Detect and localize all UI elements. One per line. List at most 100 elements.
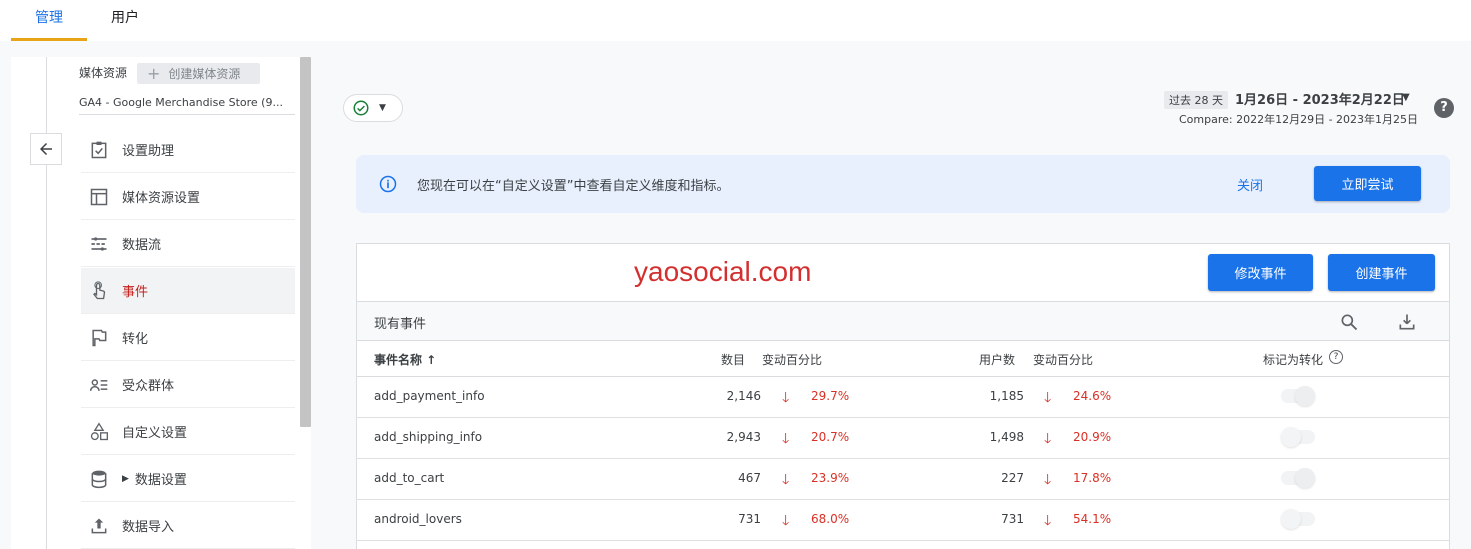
check-circle-icon <box>353 100 369 116</box>
date-range[interactable]: 1月26日 - 2023年2月22日 <box>1235 89 1405 108</box>
sidebar-item-setup-assistant[interactable]: 设置助理 <box>81 127 295 173</box>
conversion-toggle[interactable] <box>1281 427 1315 447</box>
event-name[interactable]: add_shipping_info <box>374 430 482 444</box>
event-name[interactable]: android_lovers <box>374 512 462 526</box>
caret-right-icon[interactable]: ▶ <box>122 474 129 484</box>
info-banner: 您现在可以在“自定义设置”中查看自定义维度和指标。 关闭 立即尝试 <box>356 155 1450 213</box>
sidebar-item-data-import[interactable]: 数据导入 <box>81 503 295 549</box>
upload-icon <box>89 516 109 536</box>
create-resource-label: 创建媒体资源 <box>168 67 241 81</box>
sidebar-item-label: 数据设置 <box>134 473 187 488</box>
arrow-left-icon <box>40 143 52 155</box>
users-change: 20.9% <box>1073 430 1112 444</box>
help-icon[interactable]: ? <box>1434 98 1454 118</box>
conversion-toggle[interactable] <box>1281 468 1315 488</box>
table-header: 事件名称 ↑ 数目 变动百分比 用户数 变动百分比 标记为转化 ? <box>357 341 1449 377</box>
checklist-icon <box>89 140 109 160</box>
toggle-knob <box>1281 427 1301 447</box>
table-title: 现有事件 <box>374 317 427 332</box>
col-users-change[interactable]: 变动百分比 <box>1033 351 1093 368</box>
sidebar-scrollbar[interactable] <box>300 57 311 427</box>
audience-icon <box>89 375 109 395</box>
arrow-down-icon: 🡓 <box>782 513 790 529</box>
count-change: 29.7% <box>811 389 850 403</box>
sidebar-item-data-streams[interactable]: 数据流 <box>81 221 295 267</box>
users-change: 54.1% <box>1073 512 1112 526</box>
events-card: yaosocial.com 修改事件 创建事件 现有事件 事件名称 ↑ 数目 变… <box>356 243 1450 549</box>
user-count: 1,185 <box>989 389 1024 403</box>
create-resource-button[interactable]: + 创建媒体资源 <box>137 63 260 84</box>
event-name[interactable]: add_payment_info <box>374 389 485 403</box>
event-name[interactable]: add_to_cart <box>374 471 444 485</box>
event-count: 731 <box>738 512 761 526</box>
layout-icon <box>89 187 109 207</box>
conversion-toggle[interactable] <box>1281 386 1315 406</box>
touch-icon <box>89 280 109 301</box>
sidebar-item-label: 设置助理 <box>122 144 175 159</box>
user-count: 731 <box>1001 512 1024 526</box>
sidebar-item-label: 受众群体 <box>122 379 175 394</box>
sidebar-item-events[interactable]: 事件 <box>81 268 295 314</box>
col-mark-conversion: 标记为转化 <box>1263 353 1324 367</box>
user-count: 1,498 <box>989 430 1024 444</box>
conversion-toggle[interactable] <box>1281 509 1315 529</box>
col-users[interactable]: 用户数 <box>979 351 1015 368</box>
toggle-knob <box>1295 386 1315 406</box>
table-row[interactable]: add_to_cart 467 🡓 23.9% 227 🡓 17.8% <box>357 459 1449 500</box>
banner-message: 您现在可以在“自定义设置”中查看自定义维度和指标。 <box>417 179 730 194</box>
arrow-down-icon: 🡓 <box>1044 472 1052 488</box>
col-count-change[interactable]: 变动百分比 <box>762 351 822 368</box>
shapes-icon <box>89 421 109 442</box>
table-row[interactable]: add_shipping_info 2,943 🡓 20.7% 1,498 🡓 20.9% <box>357 418 1449 459</box>
toggle-knob <box>1281 509 1301 529</box>
sidebar-item-label: 自定义设置 <box>122 426 188 441</box>
sidebar-item-label: 转化 <box>122 332 149 347</box>
count-change: 20.7% <box>811 430 850 444</box>
arrow-down-icon: 🡓 <box>782 431 790 447</box>
users-change: 24.6% <box>1073 389 1112 403</box>
database-icon <box>89 469 109 489</box>
event-count: 2,943 <box>726 430 761 444</box>
tab-admin[interactable]: 管理 <box>11 0 87 41</box>
caret-down-icon: ▼ <box>379 103 386 113</box>
resource-label: 媒体资源 <box>79 66 128 80</box>
sidebar-item-custom-definitions[interactable]: 自定义设置 <box>81 409 295 455</box>
col-count[interactable]: 数目 <box>721 351 745 368</box>
try-now-button[interactable]: 立即尝试 <box>1314 166 1421 201</box>
date-dropdown-icon[interactable]: ▼ <box>1402 92 1410 103</box>
download-icon[interactable] <box>1397 312 1417 336</box>
data-stream-icon <box>89 234 109 254</box>
count-change: 68.0% <box>811 512 850 526</box>
back-button[interactable] <box>30 133 62 165</box>
date-preset-chip[interactable]: 过去 28 天 <box>1164 91 1228 109</box>
panel-divider <box>46 57 47 549</box>
event-count: 467 <box>738 471 761 485</box>
help-circle-icon[interactable]: ? <box>1329 350 1343 364</box>
status-filter-button[interactable]: ▼ <box>343 94 403 122</box>
resource-selector[interactable]: GA4 - Google Merchandise Store (9... <box>79 96 295 115</box>
sidebar-item-conversions[interactable]: 转化 <box>81 315 295 361</box>
table-row[interactable]: android_lovers 731 🡓 68.0% 731 🡓 54.1% <box>357 500 1449 541</box>
sidebar-item-label: 数据导入 <box>122 520 175 535</box>
sidebar-item-label: 数据流 <box>122 238 162 253</box>
sidebar-item-data-settings[interactable]: ▶ 数据设置 <box>81 456 295 502</box>
sidebar-item-property-settings[interactable]: 媒体资源设置 <box>81 174 295 220</box>
event-count: 2,146 <box>726 389 761 403</box>
top-tab-bar: 管理 用户 <box>0 0 1471 41</box>
create-event-button[interactable]: 创建事件 <box>1328 254 1435 291</box>
compare-range: Compare: 2022年12月29日 - 2023年1月25日 <box>1179 113 1419 126</box>
plus-icon: + <box>147 64 161 83</box>
sidebar-item-label: 事件 <box>122 285 149 300</box>
tab-user[interactable]: 用户 <box>87 0 163 41</box>
col-event-name[interactable]: 事件名称 ↑ <box>374 351 436 368</box>
table-row[interactable]: add_payment_info 2,146 🡓 29.7% 1,185 🡓 24.6% <box>357 377 1449 418</box>
arrow-down-icon: 🡓 <box>1044 390 1052 406</box>
modify-event-button[interactable]: 修改事件 <box>1208 254 1313 291</box>
count-change: 23.9% <box>811 471 850 485</box>
sidebar-item-audiences[interactable]: 受众群体 <box>81 362 295 408</box>
info-icon <box>378 174 398 198</box>
banner-close-link[interactable]: 关闭 <box>1237 175 1263 194</box>
flag-icon <box>89 328 109 348</box>
search-icon[interactable] <box>1339 312 1359 336</box>
sidebar-item-label: 媒体资源设置 <box>122 191 201 206</box>
